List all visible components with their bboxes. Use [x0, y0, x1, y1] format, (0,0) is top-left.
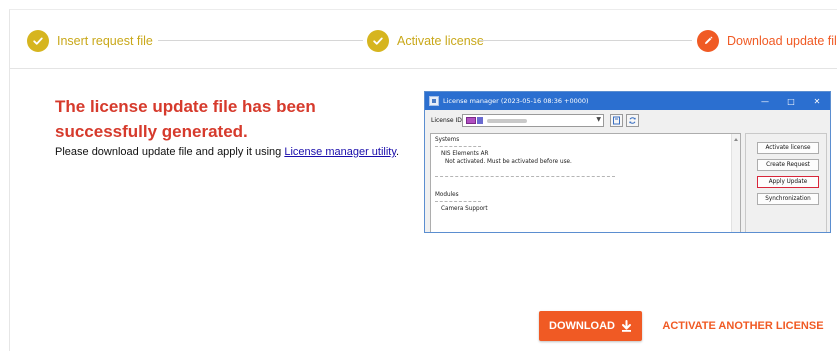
close-icon: ✕: [813, 96, 821, 106]
lm-synchronization-button: Synchronization: [757, 193, 819, 205]
step-insert-request-file: Insert request file: [27, 30, 153, 52]
instructions-suffix: .: [396, 146, 400, 158]
lm-window-title: License manager (2023-05-16 08:36 +0000): [443, 97, 589, 105]
success-title: The license update file has been success…: [55, 97, 316, 141]
lm-systems-list: Systems NIS Elements AR Not activated. M…: [430, 133, 741, 232]
lm-window-controls: — □ ✕: [752, 92, 830, 110]
lm-license-id-combo: ▼: [462, 114, 604, 127]
divider: [435, 146, 481, 147]
lm-create-request-button: Create Request: [757, 159, 819, 171]
step-label: Activate license: [397, 34, 484, 48]
license-manager-utility-link[interactable]: License manager utility: [284, 146, 396, 158]
dongle-icon: [466, 117, 476, 124]
divider: [435, 201, 481, 202]
step-connector: [480, 40, 692, 41]
step-label: Download update file: [727, 34, 837, 48]
lm-activate-license-button: Activate license: [757, 142, 819, 154]
check-icon: [27, 30, 49, 52]
lm-module-name: Camera Support: [441, 206, 488, 212]
download-icon: [621, 320, 632, 332]
lm-systems-header: Systems: [435, 137, 460, 143]
lm-system-status: Not activated. Must be activated before …: [445, 159, 572, 165]
minimize-icon: —: [761, 96, 769, 106]
copy-icon: [610, 114, 623, 127]
download-label: DOWNLOAD: [549, 320, 615, 332]
stepper: Insert request file Activate license Dow…: [10, 10, 837, 69]
instructions-text: Please download update file and apply it…: [55, 146, 399, 158]
check-icon: [367, 30, 389, 52]
pencil-icon: [697, 30, 719, 52]
maximize-icon: □: [787, 96, 795, 106]
lm-scrollbar: [731, 134, 740, 232]
lm-button-panel: Activate license Create Request Apply Up…: [745, 133, 827, 232]
lm-apply-update-button: Apply Update: [757, 176, 819, 188]
license-update-card: Insert request file Activate license Dow…: [9, 9, 837, 351]
step-connector: [158, 40, 363, 41]
step-label: Insert request file: [57, 34, 153, 48]
step-activate-license: Activate license: [367, 30, 484, 52]
lm-titlebar: License manager (2023-05-16 08:36 +0000)…: [425, 92, 830, 110]
lm-license-id-label: License ID:: [431, 117, 464, 124]
dongle-icon: [477, 117, 483, 124]
license-manager-screenshot: License manager (2023-05-16 08:36 +0000)…: [424, 91, 831, 233]
divider: [435, 176, 615, 177]
instructions-prefix: Please download update file and apply it…: [55, 146, 285, 158]
lm-system-name: NIS Elements AR: [441, 151, 489, 157]
download-button[interactable]: DOWNLOAD: [539, 311, 642, 341]
chevron-down-icon: ▼: [596, 116, 601, 123]
step-download-update-file: Download update file: [697, 30, 837, 52]
app-icon: [429, 96, 439, 106]
activate-another-license-button[interactable]: ACTIVATE ANOTHER LICENSE: [660, 311, 826, 341]
blurred-license-id: [487, 119, 527, 123]
lm-modules-header: Modules: [435, 192, 459, 198]
refresh-icon: [626, 114, 639, 127]
lm-license-id-row: License ID: ▼: [425, 110, 830, 132]
